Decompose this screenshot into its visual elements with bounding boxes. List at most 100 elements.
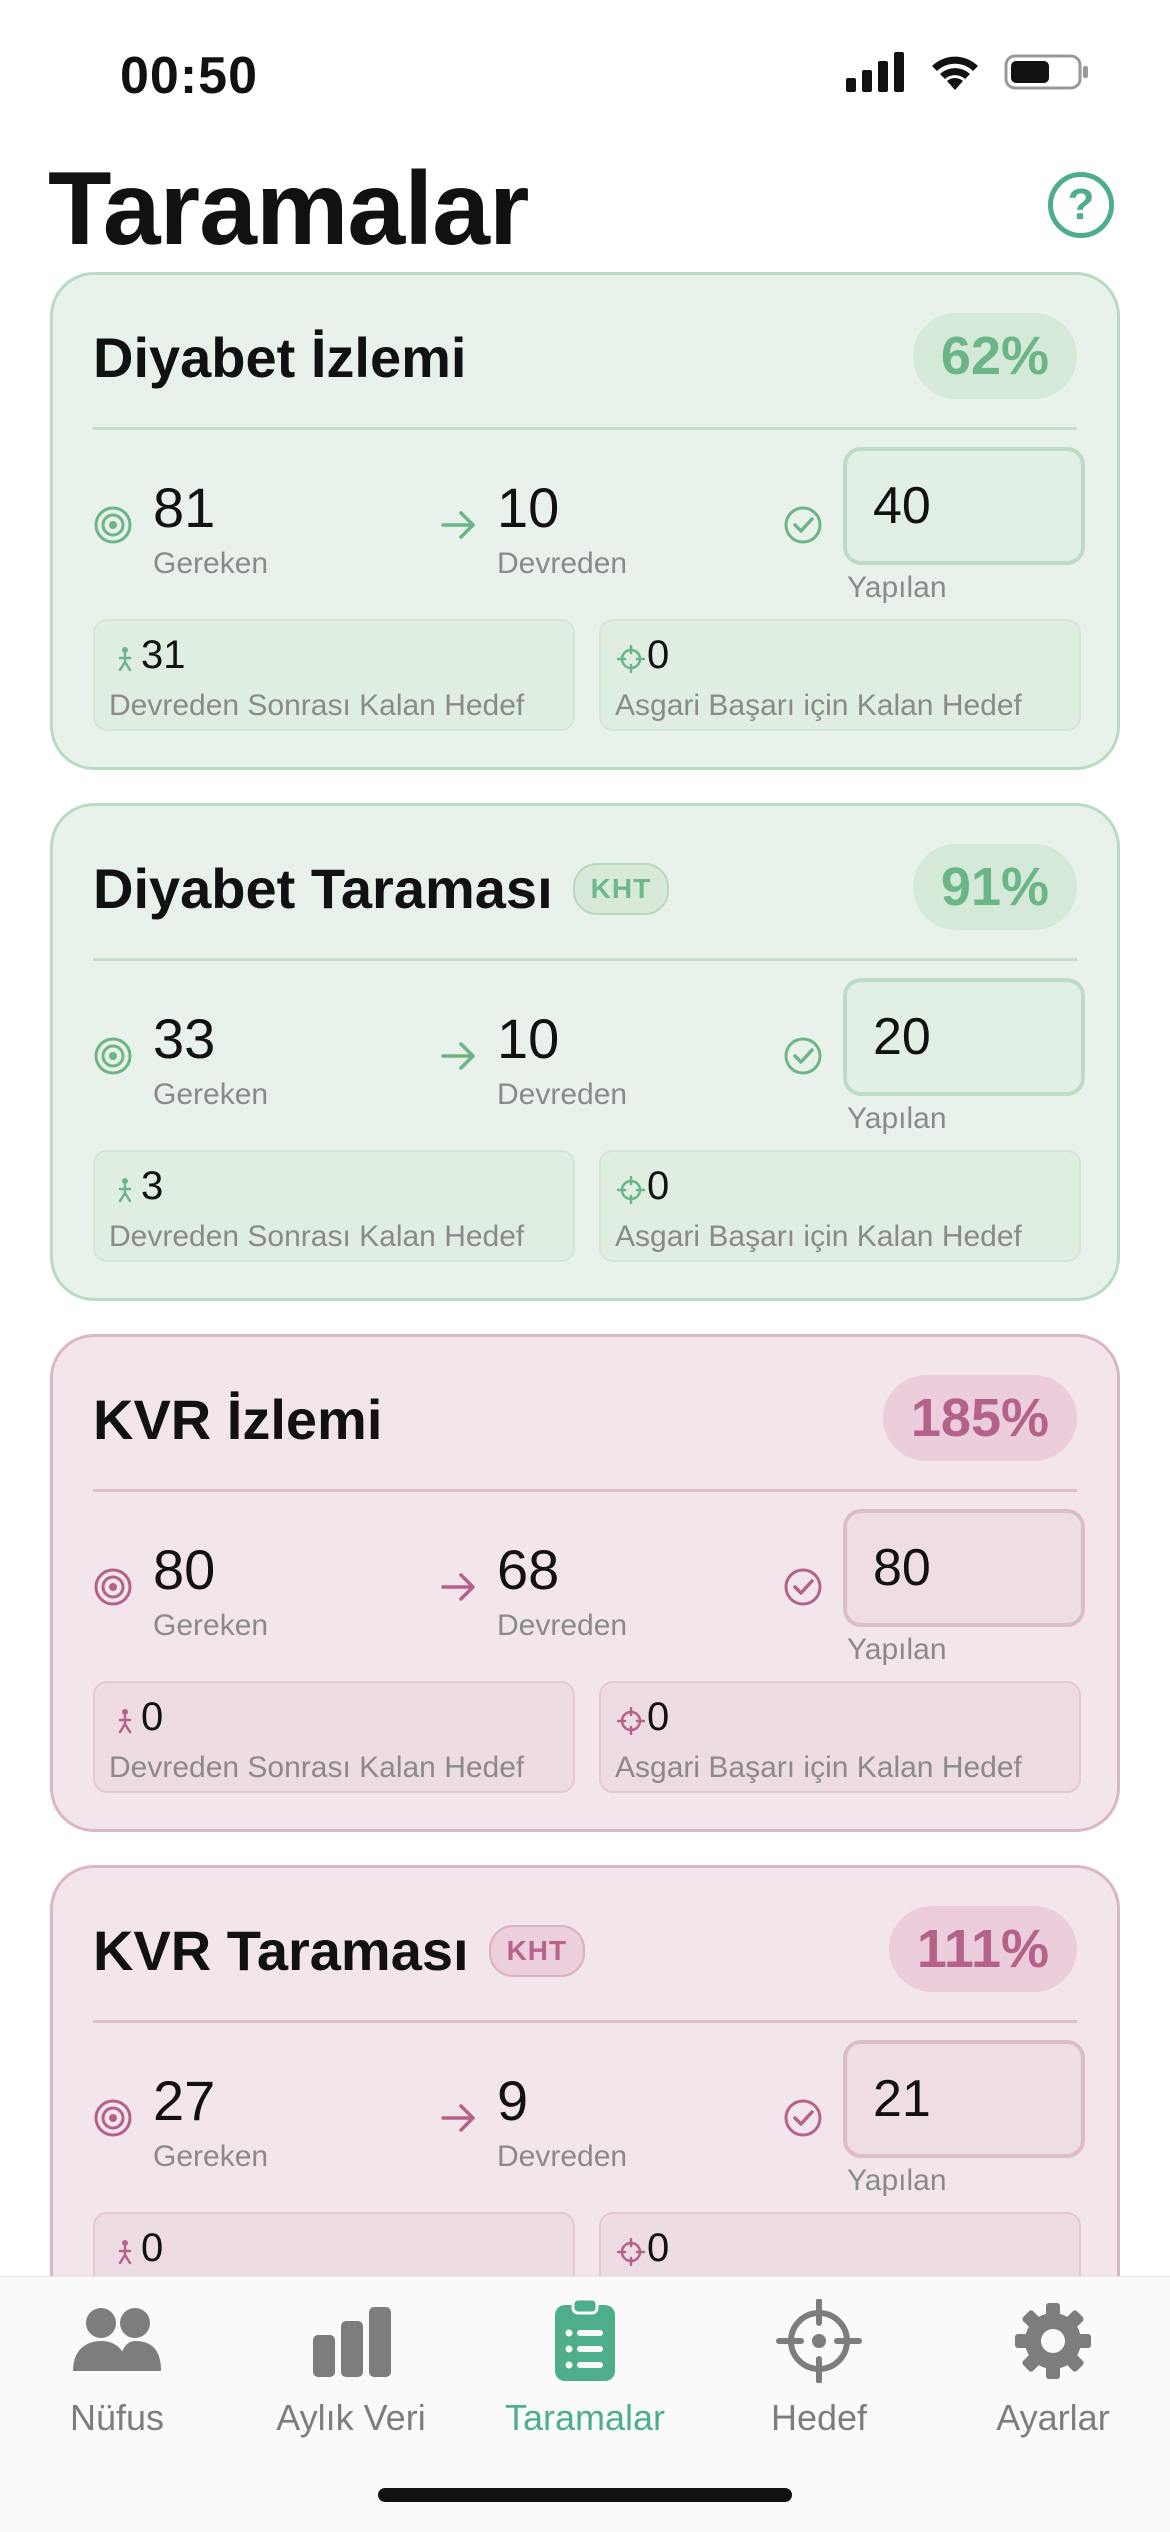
devreden-value: 9 xyxy=(497,2069,529,2132)
minimum-success-remaining: 0 Asgari Başarı için Kalan Hedef xyxy=(599,619,1081,731)
status-bar: 00:50 xyxy=(0,0,1170,150)
yapilan-input[interactable]: 21 xyxy=(843,2040,1085,2158)
card-title: KVR İzlemi xyxy=(93,1387,382,1452)
card-title-text: Diyabet İzlemi xyxy=(93,326,467,389)
kht-badge: KHT xyxy=(488,1924,586,1977)
clipboard-list-icon xyxy=(535,2299,635,2383)
percent-badge: 185% xyxy=(882,1375,1077,1461)
wifi-icon xyxy=(932,56,978,90)
tab-label: Nüfus xyxy=(69,2397,165,2438)
screening-card[interactable]: KVR Taraması KHT 111% 27 Gereken 9 Devre… xyxy=(50,1865,1120,2276)
arrow-right-icon xyxy=(439,505,479,545)
divider xyxy=(93,1489,1077,1492)
walk-icon xyxy=(111,1707,139,1735)
card-title-text: KVR Taraması xyxy=(93,1919,469,1982)
screenings-list[interactable]: Diyabet İzlemi 62% 81 Gereken 10 Devrede… xyxy=(0,272,1170,2276)
crosshair-icon xyxy=(616,644,646,674)
yapilan-input[interactable]: 20 xyxy=(843,978,1085,1096)
yapilan-label: Yapılan xyxy=(847,1102,947,1135)
tab-taramalar[interactable]: Taramalar xyxy=(468,2299,702,2449)
bar-chart-icon xyxy=(301,2299,401,2383)
gereken-label: Gereken xyxy=(153,547,269,580)
divider xyxy=(93,427,1077,430)
yapilan-input[interactable]: 40 xyxy=(843,447,1085,565)
yapilan-input[interactable]: 80 xyxy=(843,1509,1085,1627)
walk-icon xyxy=(111,1176,139,1204)
tab-hedef[interactable]: Hedef xyxy=(702,2299,936,2449)
tab-label: Aylık Veri xyxy=(276,2397,426,2438)
arrow-right-icon xyxy=(439,1567,479,1607)
page-title: Taramalar xyxy=(48,151,529,267)
check-circle-icon xyxy=(783,1036,823,1076)
crosshair-icon xyxy=(616,2237,646,2267)
divider xyxy=(93,958,1077,961)
card-title-text: Diyabet Taraması xyxy=(93,857,553,920)
devreden-label: Devreden xyxy=(497,1609,628,1642)
walk-icon xyxy=(111,2238,139,2266)
minimum-success-remaining-value: 0 xyxy=(647,2226,670,2270)
kht-badge: KHT xyxy=(572,862,670,915)
minimum-success-remaining: 0 Asgari Başarı için Kalan Hedef xyxy=(599,2212,1081,2276)
remaining-after-carryover-value: 31 xyxy=(141,633,186,677)
card-title-text: KVR İzlemi xyxy=(93,1388,383,1451)
card-title: Diyabet Taraması KHT xyxy=(93,856,670,921)
gereken-value: 27 xyxy=(153,2069,216,2132)
minimum-success-remaining-label: Asgari Başarı için Kalan Hedef xyxy=(615,689,1022,722)
arrow-right-icon xyxy=(439,2098,479,2138)
crosshair-icon xyxy=(616,1175,646,1205)
target-icon xyxy=(93,1567,133,1607)
crosshair-icon xyxy=(616,1706,646,1736)
tab-label: Ayarlar xyxy=(996,2397,1110,2438)
devreden-label: Devreden xyxy=(497,547,628,580)
tab-ayarlar[interactable]: Ayarlar xyxy=(936,2299,1170,2449)
remaining-after-carryover: 3 Devreden Sonrası Kalan Hedef xyxy=(93,1150,575,1262)
percent-badge: 111% xyxy=(888,1906,1077,1992)
tab-label: Taramalar xyxy=(504,2397,666,2438)
crosshair-icon xyxy=(769,2299,869,2383)
help-button[interactable]: ? xyxy=(1048,172,1114,238)
tab-nüfus[interactable]: Nüfus xyxy=(0,2299,234,2449)
minimum-success-remaining-value: 0 xyxy=(647,633,670,677)
arrow-right-icon xyxy=(439,1036,479,1076)
home-indicator xyxy=(378,2488,792,2502)
screening-card[interactable]: KVR İzlemi 185% 80 Gereken 68 Devreden 8… xyxy=(50,1334,1120,1832)
percent-badge: 62% xyxy=(912,313,1077,399)
screening-card[interactable]: Diyabet Taraması KHT 91% 33 Gereken 10 D… xyxy=(50,803,1120,1301)
screening-card[interactable]: Diyabet İzlemi 62% 81 Gereken 10 Devrede… xyxy=(50,272,1120,770)
people-icon xyxy=(67,2299,167,2383)
walk-icon xyxy=(111,645,139,673)
yapilan-label: Yapılan xyxy=(847,2164,947,2197)
minimum-success-remaining-label: Asgari Başarı için Kalan Hedef xyxy=(615,1220,1022,1253)
minimum-success-remaining: 0 Asgari Başarı için Kalan Hedef xyxy=(599,1150,1081,1262)
card-title: Diyabet İzlemi xyxy=(93,325,466,390)
divider xyxy=(93,2020,1077,2023)
devreden-label: Devreden xyxy=(497,1078,628,1111)
gereken-value: 80 xyxy=(153,1538,216,1601)
yapilan-label: Yapılan xyxy=(847,1633,947,1666)
minimum-success-remaining-value: 0 xyxy=(647,1164,670,1208)
minimum-success-remaining: 0 Asgari Başarı için Kalan Hedef xyxy=(599,1681,1081,1793)
gereken-value: 33 xyxy=(153,1007,216,1070)
devreden-value: 10 xyxy=(497,1007,560,1070)
remaining-after-carryover-value: 0 xyxy=(141,2226,164,2270)
remaining-after-carryover-value: 3 xyxy=(141,1164,164,1208)
target-icon xyxy=(93,2098,133,2138)
tab-label: Hedef xyxy=(770,2397,868,2438)
card-title: KVR Taraması KHT xyxy=(93,1918,586,1983)
question-circle-icon: ? xyxy=(1067,180,1095,229)
gereken-value: 81 xyxy=(153,476,216,539)
remaining-after-carryover: 31 Devreden Sonrası Kalan Hedef xyxy=(93,619,575,731)
tab-aylık-veri[interactable]: Aylık Veri xyxy=(234,2299,468,2449)
check-circle-icon xyxy=(783,2098,823,2138)
remaining-after-carryover-value: 0 xyxy=(141,1695,164,1739)
devreden-value: 68 xyxy=(497,1538,560,1601)
battery-icon xyxy=(1004,54,1088,90)
yapilan-label: Yapılan xyxy=(847,571,947,604)
devreden-value: 10 xyxy=(497,476,560,539)
check-circle-icon xyxy=(783,505,823,545)
percent-badge: 91% xyxy=(912,844,1077,930)
remaining-after-carryover: 0 Devreden Sonrası Kalan Hedef xyxy=(93,1681,575,1793)
check-circle-icon xyxy=(783,1567,823,1607)
minimum-success-remaining-value: 0 xyxy=(647,1695,670,1739)
minimum-success-remaining-label: Asgari Başarı için Kalan Hedef xyxy=(615,1751,1022,1784)
